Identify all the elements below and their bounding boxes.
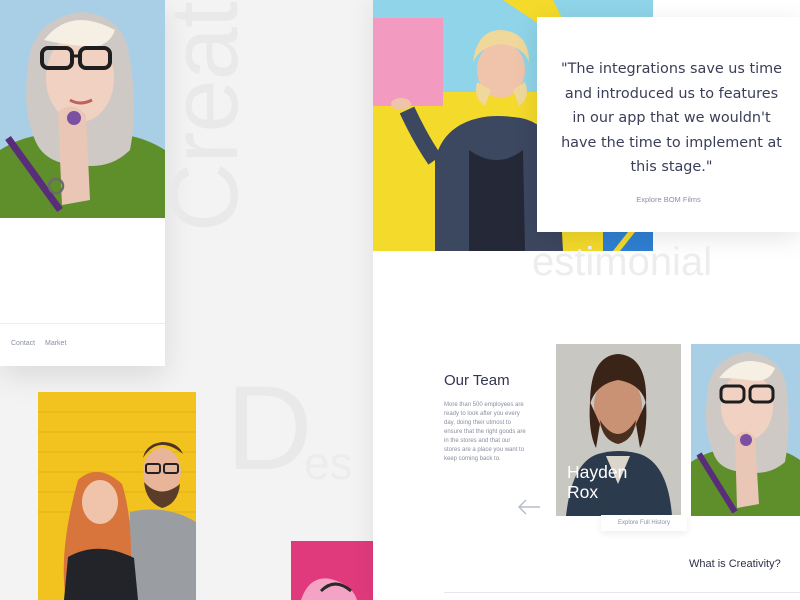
team-description: More than 500 employees are ready to loo… bbox=[444, 402, 526, 462]
nav-link-contact[interactable]: Contact bbox=[11, 340, 35, 347]
team-member-name: Hayden Rox bbox=[567, 462, 628, 502]
couple-photo bbox=[38, 392, 196, 600]
explore-full-history-link[interactable]: Explore Full History bbox=[601, 515, 687, 531]
what-is-creativity-heading: What is Creativity? bbox=[689, 558, 781, 570]
arrow-left-icon[interactable] bbox=[517, 497, 541, 517]
woman-portrait-photo bbox=[0, 0, 165, 218]
explore-bom-films-link[interactable]: Explore BOM Films bbox=[537, 195, 800, 204]
card-footer-nav: Contact Market bbox=[0, 323, 165, 364]
design-watermark-es: es bbox=[304, 437, 353, 489]
team-member-photo-secondary[interactable] bbox=[691, 344, 800, 516]
nav-link-market[interactable]: Market bbox=[45, 340, 66, 347]
creative-watermark: Creative bbox=[151, 0, 258, 232]
profile-card: Contact Market bbox=[0, 0, 165, 366]
our-team-heading: Our Team bbox=[444, 372, 510, 389]
divider bbox=[444, 592, 800, 593]
pink-artwork-photo bbox=[291, 541, 373, 600]
testimonial-watermark: estimonial bbox=[532, 240, 713, 284]
testimonial-quote: "The integrations save us time and intro… bbox=[560, 61, 783, 175]
testimonial-quote-card: "The integrations save us time and intro… bbox=[537, 17, 800, 232]
design-watermark-d: D bbox=[226, 361, 313, 495]
